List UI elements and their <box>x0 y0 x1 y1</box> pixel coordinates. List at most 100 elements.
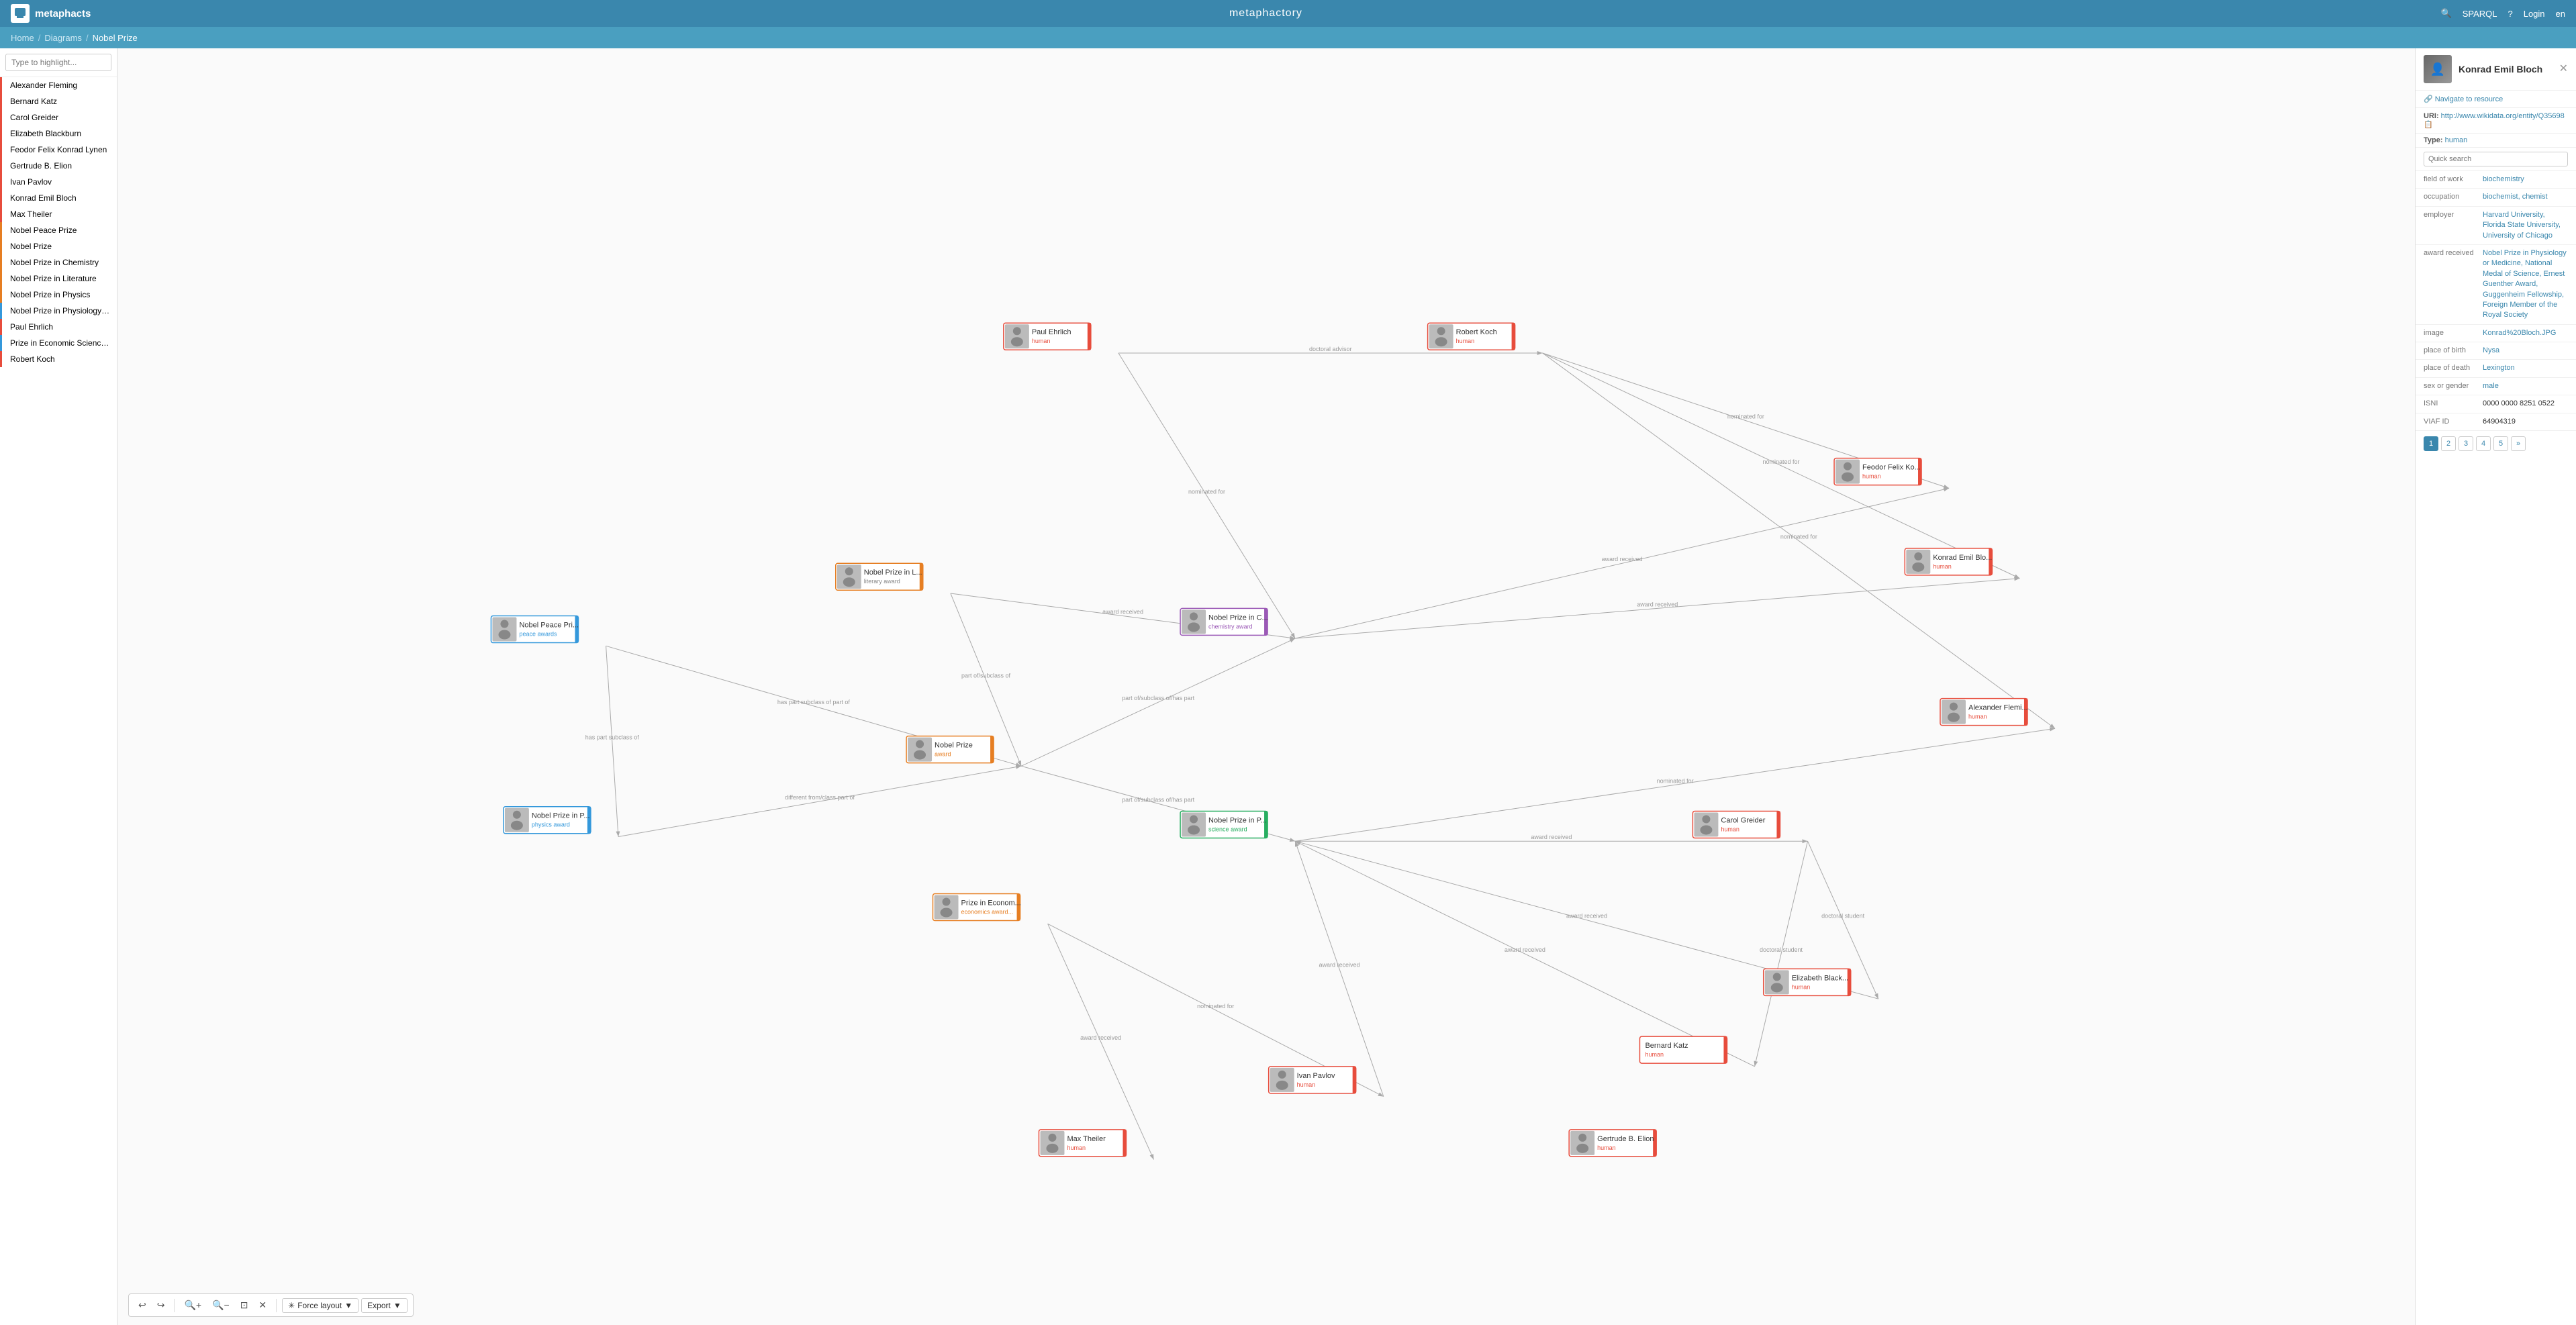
graph-edge <box>1295 488 1949 638</box>
sidebar-list: Alexander FlemingBernard KatzCarol Greid… <box>0 77 117 1325</box>
breadcrumb-home[interactable]: Home <box>11 33 34 43</box>
node-sublabel: peace awards <box>519 631 557 638</box>
property-value[interactable]: Nobel Prize in Physiology or Medicine, N… <box>2483 248 2568 321</box>
node-label: Ivan Pavlov <box>1297 1072 1335 1080</box>
edge-label: award received <box>1505 946 1545 953</box>
graph-node[interactable]: Konrad Emil Blo...human <box>1905 548 1992 575</box>
canvas-area[interactable]: doctoral advisornominated foraward recei… <box>117 48 2415 1325</box>
sidebar-item[interactable]: Konrad Emil Bloch <box>0 190 117 206</box>
navigate-resource-link[interactable]: 🔗 Navigate to resource <box>2416 91 2576 108</box>
graph-node[interactable]: Robert Kochhuman <box>1428 323 1515 350</box>
graph-node[interactable]: Nobel Prizeaward <box>906 736 994 763</box>
graph-node[interactable]: Prize in Econom...economics award... <box>933 894 1021 921</box>
graph-node[interactable]: Nobel Prize in P...physics award <box>504 807 591 834</box>
property-key: award received <box>2424 248 2477 321</box>
edge-label: award received <box>1637 601 1678 607</box>
graph-node[interactable]: Ivan Pavlovhuman <box>1269 1067 1356 1093</box>
edge-label: part of/subclass of/has part <box>1122 796 1195 803</box>
node-sublabel: economics award... <box>961 909 1014 916</box>
node-sublabel: human <box>1792 983 1811 990</box>
graph-node[interactable]: Nobel Prize in P...science award <box>1180 811 1268 838</box>
property-key: occupation <box>2424 192 2477 202</box>
property-key: place of death <box>2424 363 2477 373</box>
close-button[interactable]: ✕ <box>2559 64 2568 75</box>
graph-node[interactable]: Alexander Flemi...human <box>1940 699 2028 726</box>
clear-button[interactable]: ✕ <box>254 1297 271 1314</box>
property-value[interactable]: Nysa <box>2483 346 2499 356</box>
fit-button[interactable]: ⊡ <box>236 1297 252 1314</box>
sparql-link[interactable]: SPARQL <box>2463 9 2497 19</box>
logo[interactable]: metaphacts <box>11 4 91 23</box>
node-sublabel: human <box>1645 1051 1664 1058</box>
sidebar-item[interactable]: Max Theiler <box>0 206 117 222</box>
sidebar-item[interactable]: Nobel Prize in Literature <box>0 271 117 287</box>
property-value[interactable]: biochemist, chemist <box>2483 192 2548 202</box>
page-button[interactable]: 4 <box>2476 436 2491 451</box>
sidebar-item[interactable]: Nobel Prize in Physiology or Medicine <box>0 303 117 319</box>
force-layout-button[interactable]: ✳ Force layout ▼ <box>282 1298 359 1313</box>
avatar: 👤 <box>2424 55 2452 83</box>
zoom-out-button[interactable]: 🔍− <box>208 1297 234 1314</box>
property-value[interactable]: Harvard University, Florida State Univer… <box>2483 210 2568 241</box>
type-link[interactable]: human <box>2445 136 2468 144</box>
sidebar-item[interactable]: Bernard Katz <box>0 93 117 109</box>
export-button[interactable]: Export ▼ <box>361 1298 408 1313</box>
sidebar-item[interactable]: Gertrude B. Elion <box>0 158 117 174</box>
zoom-in-button[interactable]: 🔍+ <box>180 1297 205 1314</box>
sidebar-search-input[interactable] <box>5 54 111 71</box>
sidebar-item[interactable]: Alexander Fleming <box>0 77 117 93</box>
search-icon[interactable]: 🔍 <box>2441 8 2452 19</box>
sidebar-item[interactable]: Nobel Prize <box>0 238 117 254</box>
property-key: employer <box>2424 210 2477 241</box>
sidebar-item[interactable]: Paul Ehrlich <box>0 319 117 335</box>
page-button[interactable]: » <box>2511 436 2526 451</box>
property-value[interactable]: male <box>2483 381 2499 391</box>
edge-label: nominated for <box>1657 777 1694 784</box>
toolbar: ↩ ↪ 🔍+ 🔍− ⊡ ✕ ✳ Force layout ▼ Export ▼ <box>128 1293 414 1317</box>
graph-node[interactable]: Elizabeth Black...human <box>1764 969 1851 995</box>
edge-label: has part subclass of part of <box>777 699 851 705</box>
graph-edge <box>1021 638 1295 766</box>
sidebar-item[interactable]: Elizabeth Blackburn <box>0 126 117 142</box>
property-value[interactable]: Lexington <box>2483 363 2515 373</box>
property-key: image <box>2424 328 2477 338</box>
graph-node[interactable]: Nobel Prize in L...literary award <box>836 563 923 590</box>
language-selector[interactable]: en <box>2556 9 2565 19</box>
sidebar-item[interactable]: Nobel Prize in Chemistry <box>0 254 117 271</box>
sidebar-item[interactable]: Prize in Economic Sciences in Memory of … <box>0 335 117 351</box>
edge-label: doctoral student <box>1821 913 1865 920</box>
redo-button[interactable]: ↪ <box>153 1297 169 1314</box>
breadcrumb-current: Nobel Prize <box>93 33 138 43</box>
help-icon[interactable]: ? <box>2508 9 2512 19</box>
panel-properties: field of workbiochemistryoccupationbioch… <box>2416 171 2576 431</box>
page-button[interactable]: 3 <box>2459 436 2473 451</box>
sidebar-item[interactable]: Feodor Felix Konrad Lynen <box>0 142 117 158</box>
sidebar-item[interactable]: Ivan Pavlov <box>0 174 117 190</box>
undo-button[interactable]: ↩ <box>134 1297 150 1314</box>
graph-node[interactable]: Max Theilerhuman <box>1039 1130 1126 1157</box>
force-layout-label: Force layout <box>297 1301 342 1310</box>
login-button[interactable]: Login <box>2524 9 2545 19</box>
sidebar-item[interactable]: Robert Koch <box>0 351 117 367</box>
panel-title: Konrad Emil Bloch <box>2459 64 2553 75</box>
uri-link[interactable]: http://www.wikidata.org/entity/Q35698 <box>2441 112 2565 120</box>
graph-node[interactable]: Gertrude B. Elionhuman <box>1569 1130 1656 1157</box>
graph-node[interactable]: Nobel Peace Pri...peace awards <box>491 616 579 643</box>
sidebar-item[interactable]: Nobel Peace Prize <box>0 222 117 238</box>
graph-node[interactable]: Feodor Felix Ko...human <box>1834 458 1921 485</box>
property-value[interactable]: biochemistry <box>2483 175 2524 185</box>
page-button[interactable]: 5 <box>2493 436 2508 451</box>
graph-node[interactable]: Bernard Katzhuman <box>1639 1036 1727 1063</box>
graph-node[interactable]: Carol Greiderhuman <box>1692 811 1780 838</box>
graph-node[interactable]: Paul Ehrlichhuman <box>1004 323 1091 350</box>
page-button[interactable]: 1 <box>2424 436 2438 451</box>
breadcrumb-diagrams[interactable]: Diagrams <box>44 33 82 43</box>
sidebar-item[interactable]: Nobel Prize in Physics <box>0 287 117 303</box>
graph-node[interactable]: Nobel Prize in C...chemistry award <box>1180 608 1268 635</box>
sidebar-item[interactable]: Carol Greider <box>0 109 117 126</box>
app-title: metaphactory <box>91 7 2440 19</box>
property-value[interactable]: Konrad%20Bloch.JPG <box>2483 328 2556 338</box>
copy-uri-icon[interactable]: 📋 <box>2424 121 2433 129</box>
page-button[interactable]: 2 <box>2441 436 2456 451</box>
panel-search-input[interactable] <box>2424 152 2568 166</box>
